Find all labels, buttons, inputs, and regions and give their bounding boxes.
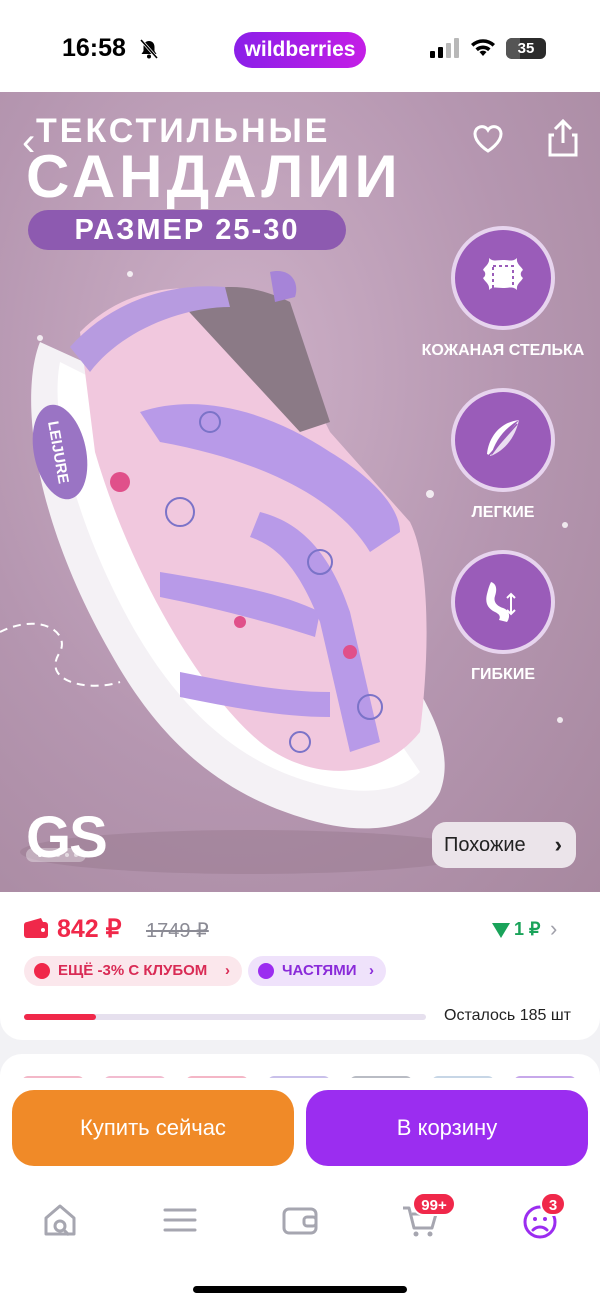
gallery-pagination <box>26 848 86 862</box>
price-drop-value[interactable]: 1 ₽ <box>514 919 540 940</box>
current-price: 842 ₽ <box>57 915 122 943</box>
club-badge-label: ЕЩЁ -3% С КЛУБОМ <box>58 962 208 979</box>
feature-label: ЛЕГКИЕ <box>471 504 535 521</box>
installments-pie-icon <box>258 963 274 979</box>
stock-progress-bar <box>24 1014 426 1020</box>
installments-badge[interactable]: ЧАСТЯМИ › <box>248 956 386 986</box>
hero-size-pill: РАЗМЕР 25-30 <box>28 210 346 250</box>
feature-label: КОЖАНАЯ СТЕЛЬКА <box>421 342 585 359</box>
chevron-right-icon: › <box>554 832 562 857</box>
status-time: 16:58 <box>62 34 126 62</box>
profile-notification-badge: 3 <box>540 1192 566 1216</box>
buy-now-button[interactable]: Купить сейчас <box>12 1090 294 1166</box>
feather-icon <box>451 388 555 492</box>
pagination-dot <box>74 853 78 857</box>
home-indicator <box>193 1286 407 1293</box>
heart-icon[interactable] <box>470 120 506 156</box>
purchase-actions: Купить сейчас В корзину <box>0 1078 600 1178</box>
wallet-icon[interactable] <box>280 1200 320 1240</box>
product-image-gallery[interactable]: LEIJURE ‹ ТЕКСТИЛЬНЫЕ САНДАЛИИ РАЗМЕР 25… <box>0 92 600 892</box>
hero-title-line2: САНДАЛИИ <box>26 143 402 210</box>
pagination-dot <box>38 853 42 857</box>
share-icon[interactable] <box>546 118 580 158</box>
price-card: 842 ₽ 1749 ₽ 1 ₽ › ЕЩЁ -3% С КЛУБОМ › ЧА… <box>0 892 600 1040</box>
app-badge[interactable]: wildberries <box>234 32 366 68</box>
chevron-right-icon[interactable]: › <box>550 916 557 942</box>
similar-label: Похожие <box>444 834 526 856</box>
product-page: 16:58 wildberries 35 LEIJURE ‹ ТЕКСТИЛЬН… <box>0 0 600 1303</box>
cellular-signal-icon <box>430 38 459 58</box>
status-bar: 16:58 wildberries 35 <box>0 0 600 92</box>
pagination-dot <box>65 853 69 857</box>
feature-leather-insole: КОЖАНАЯ СТЕЛЬКА <box>418 226 588 360</box>
chevron-right-icon: › <box>225 962 230 979</box>
bottom-tab-bar: 99+ 3 <box>0 1178 600 1303</box>
feature-light: ЛЕГКИЕ <box>418 388 588 522</box>
club-discount-badge[interactable]: ЕЩЁ -3% С КЛУБОМ › <box>24 956 242 986</box>
feature-flexible: ГИБКИЕ <box>418 550 588 684</box>
club-star-icon <box>34 963 50 979</box>
home-search-icon[interactable] <box>40 1200 80 1240</box>
similar-button[interactable]: Похожие › <box>432 822 576 868</box>
battery-indicator: 35 <box>506 38 546 59</box>
battery-percent: 35 <box>517 40 535 57</box>
wallet-icon <box>24 918 48 938</box>
flexible-sole-icon <box>451 550 555 654</box>
stock-progress-fill <box>24 1014 97 1020</box>
feature-label: ГИБКИЕ <box>470 666 535 683</box>
wifi-icon <box>471 39 495 56</box>
chevron-right-icon: › <box>369 962 374 979</box>
pagination-dot <box>47 853 51 857</box>
bell-muted-icon <box>139 39 159 59</box>
stock-remaining: Осталось 185 шт <box>444 1007 571 1024</box>
cart-count-badge: 99+ <box>412 1192 456 1216</box>
leather-hide-icon <box>451 226 555 330</box>
installments-badge-label: ЧАСТЯМИ <box>282 962 357 979</box>
menu-icon[interactable] <box>160 1200 200 1240</box>
price-drop-icon <box>492 923 510 938</box>
pagination-dot <box>56 853 60 857</box>
old-price: 1749 ₽ <box>146 920 209 942</box>
add-to-cart-button[interactable]: В корзину <box>306 1090 588 1166</box>
